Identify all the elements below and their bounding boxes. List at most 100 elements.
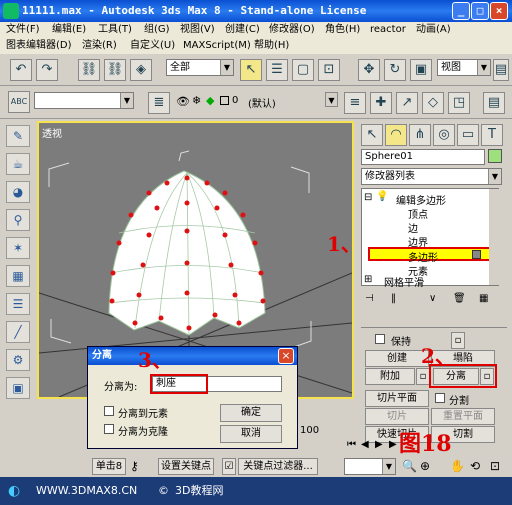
modifier-list-dropdown[interactable]: 修改器列表 ▼ xyxy=(361,168,502,185)
freeze-icon[interactable]: ❄ xyxy=(192,94,201,107)
checker-icon[interactable]: ▦ xyxy=(6,265,30,287)
layer-dropdown[interactable]: ▼ xyxy=(244,92,338,109)
add-to-layer-icon[interactable]: ✚ xyxy=(370,92,392,114)
menu-help[interactable]: 帮助(H) xyxy=(254,38,289,54)
layer-manager-icon[interactable]: ◳ xyxy=(448,92,470,114)
render-icon[interactable]: ◆ xyxy=(206,94,214,107)
detach-button[interactable]: 分离 xyxy=(433,368,479,385)
detach-as-clone-checkbox[interactable] xyxy=(104,424,114,434)
move-icon[interactable]: ✥ xyxy=(358,59,380,81)
named-selection-icon[interactable]: ABC xyxy=(8,91,30,113)
dialog-close-button[interactable]: × xyxy=(278,348,294,364)
render-setup-icon[interactable]: ⚙ xyxy=(6,349,30,371)
window-crossing-icon[interactable]: ⊡ xyxy=(318,59,340,81)
collapse-icon[interactable]: ⊞ xyxy=(364,274,372,285)
eye-icon[interactable]: 👁 xyxy=(176,95,190,108)
reset-plane-button[interactable]: 重置平面 xyxy=(431,408,495,425)
menu-maxscript[interactable]: MAXScript(M) xyxy=(183,38,251,54)
stack-polygon-row[interactable]: 多边形 xyxy=(368,247,492,264)
menu-group[interactable]: 组(G) xyxy=(144,22,170,38)
key-mode-field[interactable]: 单击8 xyxy=(92,458,126,475)
unlink-icon[interactable]: ⛓ xyxy=(104,59,126,81)
selection-filter-dropdown[interactable]: 全部 ▼ xyxy=(166,59,234,76)
orbit-icon[interactable]: ⟲ xyxy=(470,459,480,473)
show-end-result-icon[interactable]: ‖ xyxy=(391,293,396,304)
stack-scrollbar[interactable] xyxy=(489,189,499,285)
utilities-tab-icon[interactable]: T xyxy=(481,124,503,146)
minimize-button[interactable]: _ xyxy=(452,2,470,20)
maximize-button[interactable]: □ xyxy=(471,2,489,20)
select-by-name-icon[interactable]: ☰ xyxy=(266,59,288,81)
attach-settings-button[interactable]: ▫ xyxy=(416,368,430,385)
create-tab-icon[interactable]: ↖ xyxy=(361,124,383,146)
motion-tab-icon[interactable]: ◎ xyxy=(433,124,455,146)
menu-rendering[interactable]: 渲染(R) xyxy=(82,38,117,54)
modify-tab-icon[interactable]: ◠ xyxy=(385,124,407,146)
set-key-button[interactable]: 设置关键点 xyxy=(158,458,214,475)
undo-icon[interactable]: ↶ xyxy=(10,59,32,81)
set-current-layer-icon[interactable]: ◇ xyxy=(422,92,444,114)
link-icon[interactable]: ⛓ xyxy=(78,59,100,81)
object-color-swatch[interactable] xyxy=(488,149,502,163)
ok-button[interactable]: 确定 xyxy=(220,404,282,422)
ref-coord-dropdown[interactable]: 视图 ▼ xyxy=(437,59,491,76)
menu-file[interactable]: 文件(F) xyxy=(6,22,40,38)
display-tab-icon[interactable]: ▭ xyxy=(457,124,479,146)
stack-icon[interactable]: ☰ xyxy=(6,293,30,315)
key-filters-button[interactable]: 关键点过滤器... xyxy=(238,458,318,475)
menu-tools[interactable]: 工具(T) xyxy=(98,22,132,38)
slice-plane-button[interactable]: 切片平面 xyxy=(365,390,429,407)
current-frame-field[interactable]: ▼ xyxy=(344,458,396,475)
go-start-icon[interactable]: ⏮ xyxy=(347,439,356,450)
zoom-all-icon[interactable]: ⊕ xyxy=(420,459,430,473)
prev-frame-icon[interactable]: ◀ xyxy=(361,439,369,450)
create-layer-icon[interactable]: ≡ xyxy=(344,92,366,114)
play-icon[interactable]: ▶ xyxy=(375,439,383,450)
key-filter-toggle[interactable]: ☑ xyxy=(222,458,236,475)
pin-stack-icon[interactable]: ⊣ xyxy=(365,293,374,304)
rect-select-region-icon[interactable]: ▢ xyxy=(292,59,314,81)
select-in-layer-icon[interactable]: ↗ xyxy=(396,92,418,114)
helper-icon[interactable]: ⚲ xyxy=(6,209,30,231)
menu-create[interactable]: 创建(C) xyxy=(225,22,260,38)
layers-icon[interactable]: ≣ xyxy=(148,92,170,114)
stack-edit-poly[interactable]: 编辑多边形 xyxy=(396,192,446,207)
hierarchy-tab-icon[interactable]: ⋔ xyxy=(409,124,431,146)
pivot-icon[interactable]: ▤ xyxy=(493,59,509,81)
stack-meshsmooth[interactable]: 网格平滑 xyxy=(384,274,424,289)
menu-animation[interactable]: 动画(A) xyxy=(416,22,451,38)
object-name-field[interactable]: Sphere01 xyxy=(361,149,485,165)
menu-modifiers[interactable]: 修改器(O) xyxy=(269,22,315,38)
menu-reactor[interactable]: reactor xyxy=(370,22,406,38)
stack-vertex[interactable]: 顶点 xyxy=(408,206,428,221)
detach-settings-button[interactable]: ▫ xyxy=(480,368,494,385)
scale-icon[interactable]: ▣ xyxy=(410,59,432,81)
menu-graph-editors[interactable]: 图表编辑器(D) xyxy=(6,38,72,54)
maximize-viewport-icon[interactable]: ⊡ xyxy=(490,459,500,473)
next-frame-icon[interactable]: ▶ xyxy=(389,439,397,450)
create-button[interactable]: 创建 xyxy=(365,350,429,367)
make-unique-icon[interactable]: ∨ xyxy=(429,293,436,304)
detach-to-element-checkbox[interactable] xyxy=(104,406,114,416)
rotate-icon[interactable]: ↻ xyxy=(384,59,406,81)
stack-edge[interactable]: 边 xyxy=(408,220,418,235)
sphere-icon[interactable]: ◕ xyxy=(6,181,30,203)
display-icon[interactable]: ▣ xyxy=(6,377,30,399)
attach-button[interactable]: 附加 xyxy=(365,368,415,385)
zoom-icon[interactable]: 🔍 xyxy=(402,459,417,473)
split-checkbox[interactable] xyxy=(435,393,445,403)
toolbar-more-icon[interactable]: ▤ xyxy=(483,92,505,114)
menu-customize[interactable]: 自定义(U) xyxy=(130,38,175,54)
cancel-button[interactable]: 取消 xyxy=(220,425,282,443)
bind-spacewarp-icon[interactable]: ◈ xyxy=(130,59,152,81)
bone-icon[interactable]: ✶ xyxy=(6,237,30,259)
key-icon[interactable]: ⚷ xyxy=(130,459,139,473)
wand-icon[interactable]: ╱ xyxy=(6,321,30,343)
menu-view[interactable]: 视图(V) xyxy=(180,22,215,38)
slice-button[interactable]: 切片 xyxy=(365,408,429,425)
pan-icon[interactable]: ✋ xyxy=(450,459,465,473)
menu-character[interactable]: 角色(H) xyxy=(325,22,360,38)
named-selection-dropdown[interactable]: ▼ xyxy=(34,92,134,109)
menu-edit[interactable]: 编辑(E) xyxy=(52,22,86,38)
modifier-stack[interactable]: ⊟ 💡 编辑多边形 顶点 边 边界 多边形 元素 ⊞ 网格平滑 xyxy=(361,188,499,289)
